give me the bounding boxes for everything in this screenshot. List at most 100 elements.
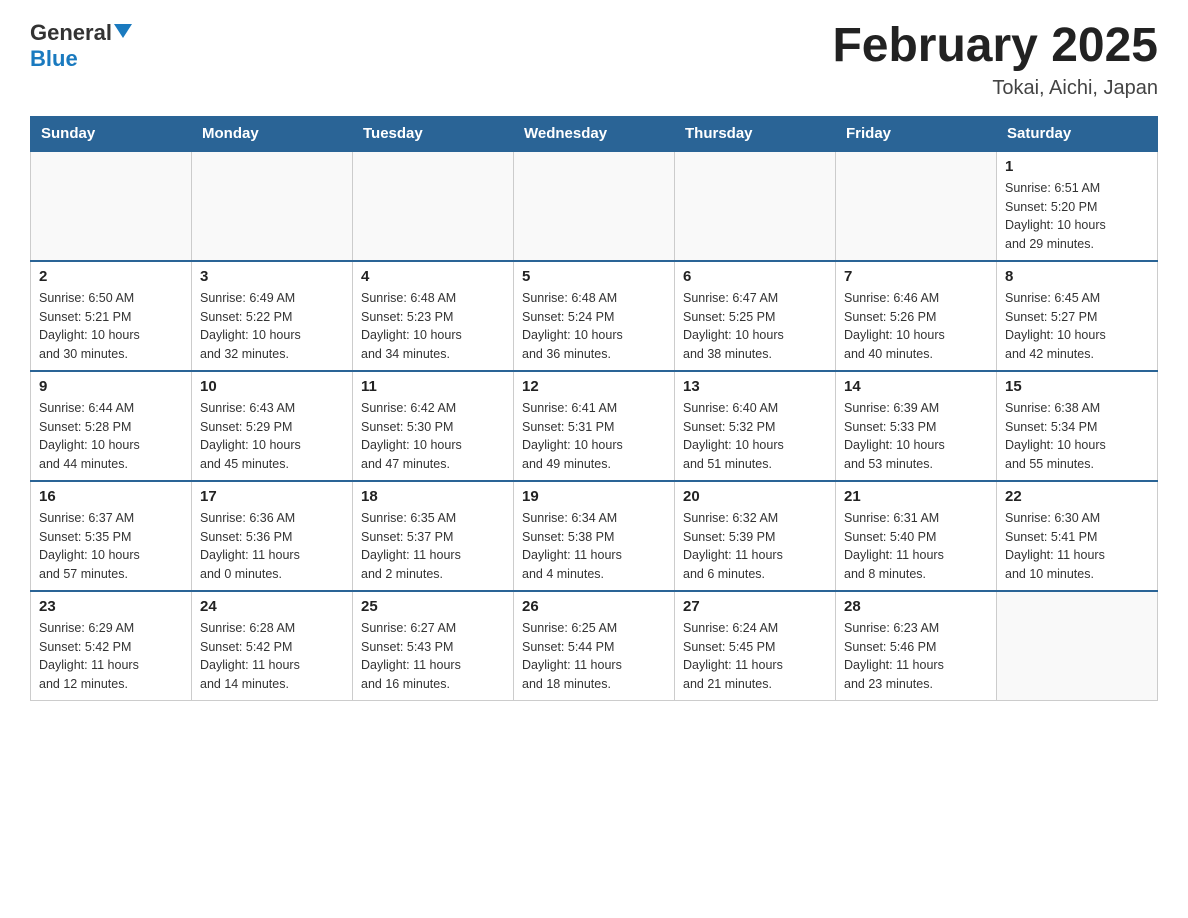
calendar-cell: 13 Sunrise: 6:40 AM Sunset: 5:32 PM Dayli… [675,371,836,481]
location-subtitle: Tokai, Aichi, Japan [832,77,1158,100]
calendar-cell [997,591,1158,701]
day-info: Sunrise: 6:25 AM Sunset: 5:44 PM Dayligh… [522,619,666,694]
day-number: 4 [361,268,505,285]
page-title: February 2025 [832,20,1158,73]
calendar-cell: 25 Sunrise: 6:27 AM Sunset: 5:43 PM Dayli… [353,591,514,701]
day-info: Sunrise: 6:36 AM Sunset: 5:36 PM Dayligh… [200,509,344,584]
weekday-header-monday: Monday [192,116,353,151]
calendar-cell [675,151,836,261]
day-info: Sunrise: 6:46 AM Sunset: 5:26 PM Dayligh… [844,289,988,364]
day-info: Sunrise: 6:23 AM Sunset: 5:46 PM Dayligh… [844,619,988,694]
day-info: Sunrise: 6:44 AM Sunset: 5:28 PM Dayligh… [39,399,183,474]
calendar-cell: 9Sunrise: 6:44 AM Sunset: 5:28 PM Daylig… [31,371,192,481]
calendar-week-row: 9Sunrise: 6:44 AM Sunset: 5:28 PM Daylig… [31,371,1158,481]
day-number: 17 [200,488,344,505]
day-number: 7 [844,268,988,285]
calendar-cell: 17 Sunrise: 6:36 AM Sunset: 5:36 PM Dayli… [192,481,353,591]
calendar-body: 1 Sunrise: 6:51 AM Sunset: 5:20 PM Daylig… [31,151,1158,701]
calendar-cell: 18 Sunrise: 6:35 AM Sunset: 5:37 PM Dayli… [353,481,514,591]
logo-general: General [30,20,112,46]
title-block: February 2025 Tokai, Aichi, Japan [832,20,1158,100]
day-info: Sunrise: 6:39 AM Sunset: 5:33 PM Dayligh… [844,399,988,474]
calendar-cell: 22 Sunrise: 6:30 AM Sunset: 5:41 PM Dayli… [997,481,1158,591]
day-number: 21 [844,488,988,505]
day-info: Sunrise: 6:37 AM Sunset: 5:35 PM Dayligh… [39,509,183,584]
day-number: 1 [1005,158,1149,175]
weekday-header-thursday: Thursday [675,116,836,151]
day-number: 8 [1005,268,1149,285]
calendar-cell: 7 Sunrise: 6:46 AM Sunset: 5:26 PM Daylig… [836,261,997,371]
day-number: 25 [361,598,505,615]
logo-blue: Blue [30,46,78,71]
day-info: Sunrise: 6:40 AM Sunset: 5:32 PM Dayligh… [683,399,827,474]
day-info: Sunrise: 6:30 AM Sunset: 5:41 PM Dayligh… [1005,509,1149,584]
day-info: Sunrise: 6:32 AM Sunset: 5:39 PM Dayligh… [683,509,827,584]
day-number: 12 [522,378,666,395]
calendar-cell [31,151,192,261]
day-info: Sunrise: 6:45 AM Sunset: 5:27 PM Dayligh… [1005,289,1149,364]
day-number: 19 [522,488,666,505]
calendar-cell: 3 Sunrise: 6:49 AM Sunset: 5:22 PM Daylig… [192,261,353,371]
day-number: 20 [683,488,827,505]
day-info: Sunrise: 6:38 AM Sunset: 5:34 PM Dayligh… [1005,399,1149,474]
day-info: Sunrise: 6:34 AM Sunset: 5:38 PM Dayligh… [522,509,666,584]
day-number: 16 [39,488,183,505]
calendar-week-row: 2 Sunrise: 6:50 AM Sunset: 5:21 PM Daylig… [31,261,1158,371]
calendar-cell [514,151,675,261]
calendar-header: SundayMondayTuesdayWednesdayThursdayFrid… [31,116,1158,151]
calendar-cell: 4 Sunrise: 6:48 AM Sunset: 5:23 PM Daylig… [353,261,514,371]
calendar-cell: 10Sunrise: 6:43 AM Sunset: 5:29 PM Dayli… [192,371,353,481]
weekday-row: SundayMondayTuesdayWednesdayThursdayFrid… [31,116,1158,151]
day-info: Sunrise: 6:27 AM Sunset: 5:43 PM Dayligh… [361,619,505,694]
calendar-cell [836,151,997,261]
day-number: 10 [200,378,344,395]
day-number: 3 [200,268,344,285]
day-number: 23 [39,598,183,615]
day-number: 18 [361,488,505,505]
day-number: 2 [39,268,183,285]
calendar-cell: 16 Sunrise: 6:37 AM Sunset: 5:35 PM Dayli… [31,481,192,591]
calendar-cell: 24 Sunrise: 6:28 AM Sunset: 5:42 PM Dayli… [192,591,353,701]
day-number: 28 [844,598,988,615]
day-number: 14 [844,378,988,395]
day-info: Sunrise: 6:28 AM Sunset: 5:42 PM Dayligh… [200,619,344,694]
calendar-cell: 12 Sunrise: 6:41 AM Sunset: 5:31 PM Dayli… [514,371,675,481]
calendar-cell: 5 Sunrise: 6:48 AM Sunset: 5:24 PM Daylig… [514,261,675,371]
calendar-cell: 23 Sunrise: 6:29 AM Sunset: 5:42 PM Dayli… [31,591,192,701]
day-info: Sunrise: 6:48 AM Sunset: 5:23 PM Dayligh… [361,289,505,364]
logo-triangle-icon [114,24,132,38]
day-info: Sunrise: 6:50 AM Sunset: 5:21 PM Dayligh… [39,289,183,364]
calendar-table: SundayMondayTuesdayWednesdayThursdayFrid… [30,116,1158,701]
day-number: 13 [683,378,827,395]
calendar-week-row: 23 Sunrise: 6:29 AM Sunset: 5:42 PM Dayli… [31,591,1158,701]
day-number: 6 [683,268,827,285]
calendar-cell: 14 Sunrise: 6:39 AM Sunset: 5:33 PM Dayli… [836,371,997,481]
calendar-cell: 27Sunrise: 6:24 AM Sunset: 5:45 PM Dayli… [675,591,836,701]
day-number: 24 [200,598,344,615]
day-number: 11 [361,378,505,395]
day-info: Sunrise: 6:24 AM Sunset: 5:45 PM Dayligh… [683,619,827,694]
day-number: 15 [1005,378,1149,395]
day-info: Sunrise: 6:48 AM Sunset: 5:24 PM Dayligh… [522,289,666,364]
calendar-cell: 26Sunrise: 6:25 AM Sunset: 5:44 PM Dayli… [514,591,675,701]
day-info: Sunrise: 6:29 AM Sunset: 5:42 PM Dayligh… [39,619,183,694]
calendar-cell [353,151,514,261]
day-info: Sunrise: 6:51 AM Sunset: 5:20 PM Dayligh… [1005,179,1149,254]
day-info: Sunrise: 6:35 AM Sunset: 5:37 PM Dayligh… [361,509,505,584]
weekday-header-friday: Friday [836,116,997,151]
calendar-cell [192,151,353,261]
day-info: Sunrise: 6:49 AM Sunset: 5:22 PM Dayligh… [200,289,344,364]
calendar-cell: 1 Sunrise: 6:51 AM Sunset: 5:20 PM Daylig… [997,151,1158,261]
day-info: Sunrise: 6:47 AM Sunset: 5:25 PM Dayligh… [683,289,827,364]
calendar-cell: 19 Sunrise: 6:34 AM Sunset: 5:38 PM Dayli… [514,481,675,591]
calendar-week-row: 16 Sunrise: 6:37 AM Sunset: 5:35 PM Dayli… [31,481,1158,591]
calendar-cell: 20 Sunrise: 6:32 AM Sunset: 5:39 PM Dayli… [675,481,836,591]
weekday-header-sunday: Sunday [31,116,192,151]
day-number: 5 [522,268,666,285]
calendar-cell: 6 Sunrise: 6:47 AM Sunset: 5:25 PM Daylig… [675,261,836,371]
day-info: Sunrise: 6:41 AM Sunset: 5:31 PM Dayligh… [522,399,666,474]
day-info: Sunrise: 6:31 AM Sunset: 5:40 PM Dayligh… [844,509,988,584]
calendar-cell: 2 Sunrise: 6:50 AM Sunset: 5:21 PM Daylig… [31,261,192,371]
calendar-week-row: 1 Sunrise: 6:51 AM Sunset: 5:20 PM Daylig… [31,151,1158,261]
day-number: 22 [1005,488,1149,505]
